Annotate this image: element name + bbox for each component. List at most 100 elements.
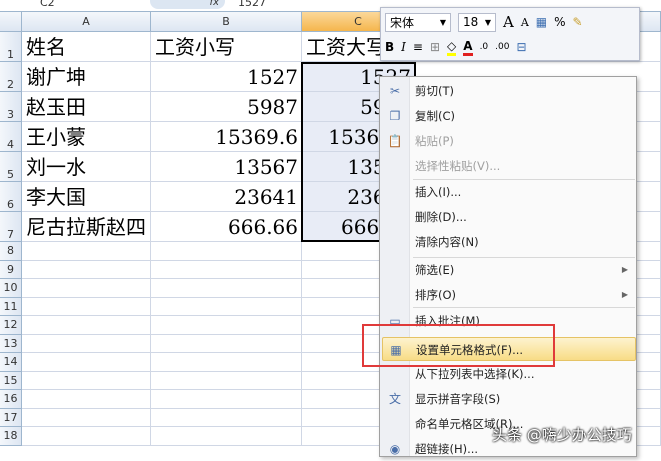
percent-button[interactable]: % (554, 15, 565, 29)
cell[interactable]: 王小蒙 (22, 122, 151, 152)
row-header[interactable]: 1 (0, 32, 22, 62)
menu-item-label: 删除(D)... (415, 210, 467, 224)
menu-separator (413, 307, 635, 308)
border-icon[interactable]: ⊞ (430, 40, 440, 54)
row-header[interactable]: 11 (0, 297, 22, 316)
menu-item-label: 插入(I)... (415, 185, 462, 199)
row-header[interactable]: 18 (0, 427, 22, 446)
row-header[interactable]: 12 (0, 316, 22, 335)
cell[interactable] (151, 279, 302, 298)
menu-item[interactable]: 排序(O) ▶ (382, 283, 636, 307)
cell[interactable] (151, 390, 302, 409)
menu-item-label: 显示拼音字段(S) (415, 392, 501, 406)
cell[interactable] (151, 260, 302, 279)
cell[interactable] (22, 408, 151, 427)
submenu-arrow-icon: ▶ (621, 290, 628, 299)
mini-toolbar: 宋体 ▼ 18 ▼ A A ▦ % ✎ B I ≡ ⊞ ◇ A .0 .00 ⊟ (380, 7, 640, 61)
menu-item[interactable]: 筛选(E) ▶ (382, 258, 636, 282)
menu-item[interactable]: 📋 粘贴(P) (382, 129, 636, 153)
cell[interactable] (151, 353, 302, 372)
cell[interactable] (151, 408, 302, 427)
cell[interactable]: 工资小写 (151, 32, 302, 62)
row-header[interactable]: 3 (0, 92, 22, 122)
cell[interactable] (151, 297, 302, 316)
cell[interactable] (22, 427, 151, 446)
paste-icon: 📋 (387, 134, 403, 148)
menu-item[interactable]: 文显示拼音字段(S) (382, 387, 636, 411)
shrink-font-button[interactable]: A (521, 16, 529, 29)
row-header[interactable]: 5 (0, 152, 22, 182)
italic-button[interactable]: I (401, 40, 406, 54)
cell[interactable]: 15369.6 (151, 122, 302, 152)
cell[interactable]: 尼古拉斯赵四 (22, 212, 151, 242)
row-header[interactable]: 6 (0, 182, 22, 212)
fill-color-icon[interactable]: ◇ (447, 39, 457, 56)
formula-input[interactable]: 1527 (238, 0, 266, 9)
cell[interactable] (151, 242, 302, 261)
cell[interactable]: 666.66 (151, 212, 302, 242)
name-box[interactable]: C2 (40, 0, 55, 9)
cell[interactable]: 13567 (151, 152, 302, 182)
cell[interactable]: 赵玉田 (22, 92, 151, 122)
center-align-icon[interactable]: ≡ (413, 40, 423, 54)
cell[interactable] (151, 371, 302, 390)
cell[interactable] (151, 334, 302, 353)
row-header[interactable]: 17 (0, 408, 22, 427)
increase-decimal-button[interactable]: .0 (480, 42, 489, 52)
menu-item[interactable]: 选择性粘贴(V)... (382, 154, 636, 178)
cell[interactable] (22, 371, 151, 390)
cell[interactable] (22, 390, 151, 409)
number-format-icon[interactable]: ▦ (536, 15, 547, 29)
cell[interactable] (22, 279, 151, 298)
bold-button[interactable]: B (385, 40, 394, 54)
cell[interactable]: 李大国 (22, 182, 151, 212)
row-header[interactable]: 14 (0, 353, 22, 372)
font-size-select[interactable]: 18 ▼ (458, 12, 496, 32)
menu-separator (413, 257, 635, 258)
cell[interactable]: 谢广坤 (22, 62, 151, 92)
column-header-a[interactable]: A (22, 12, 151, 32)
row-header[interactable]: 16 (0, 390, 22, 409)
font-select[interactable]: 宋体 ▼ (385, 12, 451, 32)
format-painter-icon[interactable]: ✎ (573, 15, 583, 29)
cell[interactable]: 5987 (151, 92, 302, 122)
cell[interactable] (22, 297, 151, 316)
menu-item-label: 剪切(T) (415, 84, 454, 98)
submenu-arrow-icon: ▶ (621, 265, 628, 274)
menu-item[interactable]: ✂ 剪切(T) (382, 79, 636, 103)
scissors-icon: ✂ (389, 84, 401, 98)
menu-item-label: 排序(O) (415, 288, 457, 302)
decrease-decimal-button[interactable]: .00 (495, 42, 509, 52)
highlight-annotation-box (362, 324, 555, 367)
row-header[interactable]: 2 (0, 62, 22, 92)
row-header[interactable]: 10 (0, 279, 22, 298)
cell[interactable]: 姓名 (22, 32, 151, 62)
menu-item[interactable]: 清除内容(N) (382, 230, 636, 254)
cell[interactable] (22, 316, 151, 335)
menu-item-label: 超链接(H)... (415, 442, 479, 456)
cell[interactable]: 23641 (151, 182, 302, 212)
cell[interactable] (151, 316, 302, 335)
font-color-button[interactable]: A (463, 39, 473, 56)
cell[interactable] (151, 427, 302, 446)
row-header[interactable]: 7 (0, 212, 22, 242)
cell[interactable]: 1527 (151, 62, 302, 92)
row-header[interactable]: 13 (0, 334, 22, 353)
cell[interactable] (22, 334, 151, 353)
row-header[interactable]: 4 (0, 122, 22, 152)
row-header[interactable]: 9 (0, 260, 22, 279)
row-header[interactable]: 15 (0, 371, 22, 390)
cell[interactable] (22, 353, 151, 372)
cell[interactable] (22, 260, 151, 279)
fx-button[interactable]: fx (150, 0, 225, 9)
column-header-b[interactable]: B (151, 12, 302, 32)
menu-item[interactable]: ❐ 复制(C) (382, 104, 636, 128)
merge-center-icon[interactable]: ⊟ (516, 40, 526, 54)
cell[interactable] (22, 242, 151, 261)
menu-item[interactable]: 插入(I)... (382, 180, 636, 204)
grow-font-button[interactable]: A (503, 13, 514, 31)
menu-item[interactable]: 删除(D)... (382, 205, 636, 229)
select-all-corner[interactable] (0, 12, 22, 32)
row-header[interactable]: 8 (0, 242, 22, 261)
cell[interactable]: 刘一水 (22, 152, 151, 182)
